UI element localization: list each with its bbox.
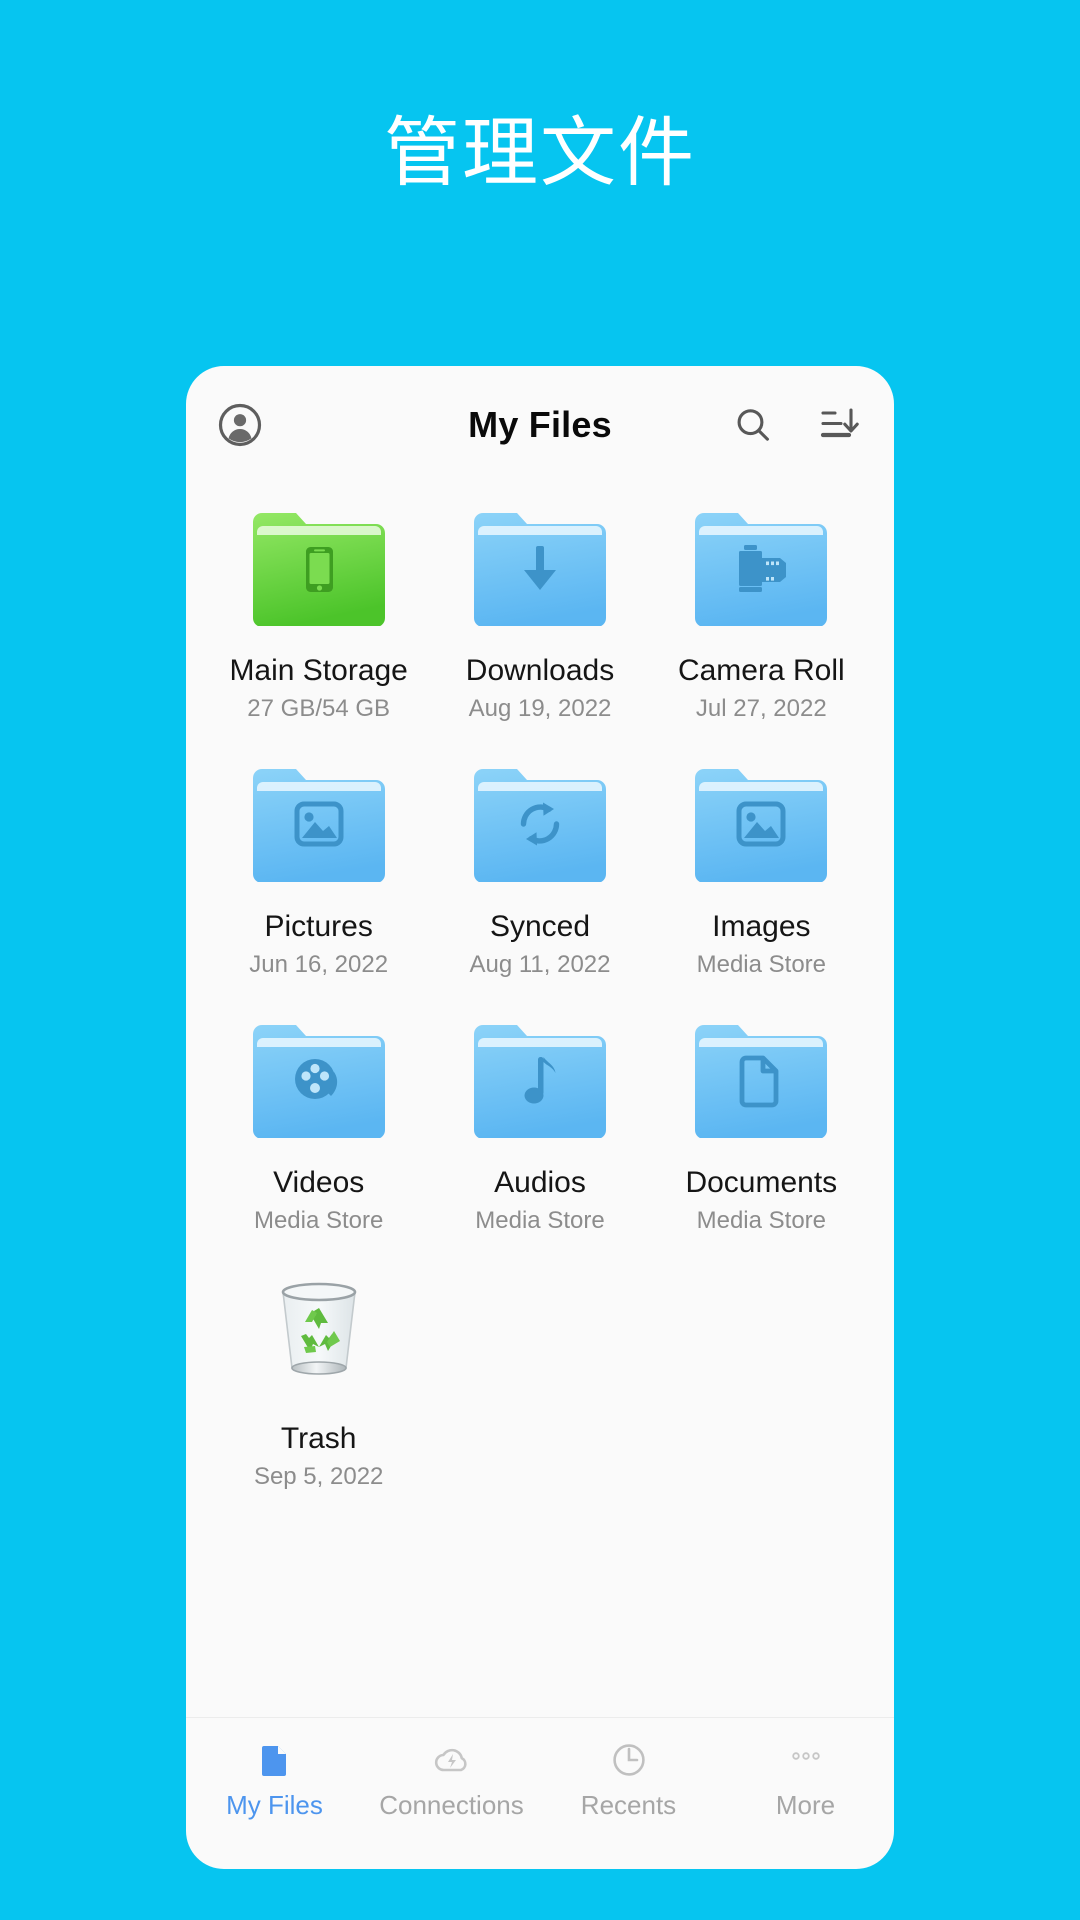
folder-image-icon xyxy=(691,762,831,883)
nav-label: Recents xyxy=(580,1790,677,1820)
file-item-meta: Jun 16, 2022 xyxy=(249,950,389,978)
file-item-meta: Media Store xyxy=(696,1206,827,1234)
file-item-title: Videos xyxy=(273,1165,365,1199)
file-item-synced[interactable]: Synced Aug 11, 2022 xyxy=(429,756,650,978)
file-item-downloads[interactable]: Downloads Aug 19, 2022 xyxy=(429,500,650,722)
page-title: 管理文件 xyxy=(384,108,696,197)
file-item-documents[interactable]: Documents Media Store xyxy=(651,1012,872,1234)
cloud-bolt-icon xyxy=(432,1740,472,1780)
folder-document-icon xyxy=(691,1018,831,1139)
file-item-meta: Media Store xyxy=(253,1206,384,1234)
file-item-title: Camera Roll xyxy=(677,654,845,687)
recycle-bin-icon xyxy=(249,1274,389,1394)
account-circle-icon[interactable] xyxy=(218,403,262,447)
more-dots-icon xyxy=(786,1740,826,1780)
file-item-audios[interactable]: Audios Media Store xyxy=(429,1012,650,1234)
document-icon xyxy=(255,1740,295,1780)
file-item-meta: Jul 27, 2022 xyxy=(695,694,827,722)
file-item-title: Documents xyxy=(685,1165,838,1199)
file-item-trash[interactable]: Trash Sep 5, 2022 xyxy=(208,1268,429,1490)
search-icon[interactable] xyxy=(732,404,774,446)
file-item-title: Main Storage xyxy=(229,654,408,687)
file-item-camera-roll[interactable]: Camera Roll Jul 27, 2022 xyxy=(651,500,872,722)
file-item-title: Downloads xyxy=(465,654,615,687)
nav-item-recents[interactable]: Recents xyxy=(540,1740,717,1818)
file-item-meta: 27 GB/54 GB xyxy=(247,694,391,722)
folder-audio-icon xyxy=(470,1018,610,1139)
file-item-meta: Media Store xyxy=(475,1206,605,1234)
nav-label: My Files xyxy=(226,1790,323,1820)
folder-video-icon xyxy=(249,1018,389,1139)
nav-item-my-files[interactable]: My Files xyxy=(186,1740,363,1818)
file-item-title: Images xyxy=(712,909,811,943)
app-bar-actions xyxy=(732,404,860,446)
clock-icon xyxy=(609,1740,649,1780)
folder-sync-icon xyxy=(470,762,610,883)
file-item-meta: Aug 19, 2022 xyxy=(468,694,612,722)
file-grid-area: Main Storage 27 GB/54 GB Downloads Aug 1… xyxy=(186,484,894,1717)
nav-item-more[interactable]: More xyxy=(717,1740,894,1818)
file-item-title: Audios xyxy=(494,1165,586,1199)
folder-film-icon xyxy=(691,506,831,627)
file-item-meta: Aug 11, 2022 xyxy=(469,950,611,978)
file-item-main-storage[interactable]: Main Storage 27 GB/54 GB xyxy=(208,500,429,722)
phone-mockup-card: My Files Main Storage 27 GB/54 GB Downlo… xyxy=(186,366,894,1869)
file-grid: Main Storage 27 GB/54 GB Downloads Aug 1… xyxy=(208,500,872,1490)
nav-label: Connections xyxy=(379,1790,524,1820)
folder-download-icon xyxy=(470,506,610,627)
file-item-meta: Sep 5, 2022 xyxy=(253,1462,384,1490)
file-item-title: Pictures xyxy=(264,909,373,943)
app-bar: My Files xyxy=(186,366,894,484)
folder-phone-icon xyxy=(249,506,389,627)
nav-label: More xyxy=(775,1790,836,1820)
bottom-navigation-bar: My Files Connections Recents More xyxy=(186,1717,894,1869)
sort-descending-icon[interactable] xyxy=(818,404,860,446)
file-item-title: Synced xyxy=(489,909,591,943)
file-item-title: Trash xyxy=(280,1421,357,1455)
folder-image-icon xyxy=(249,762,389,883)
file-item-videos[interactable]: Videos Media Store xyxy=(208,1012,429,1234)
file-item-meta: Media Store xyxy=(696,950,827,978)
file-item-images[interactable]: Images Media Store xyxy=(651,756,872,978)
file-item-pictures[interactable]: Pictures Jun 16, 2022 xyxy=(208,756,429,978)
nav-item-connections[interactable]: Connections xyxy=(363,1740,540,1818)
